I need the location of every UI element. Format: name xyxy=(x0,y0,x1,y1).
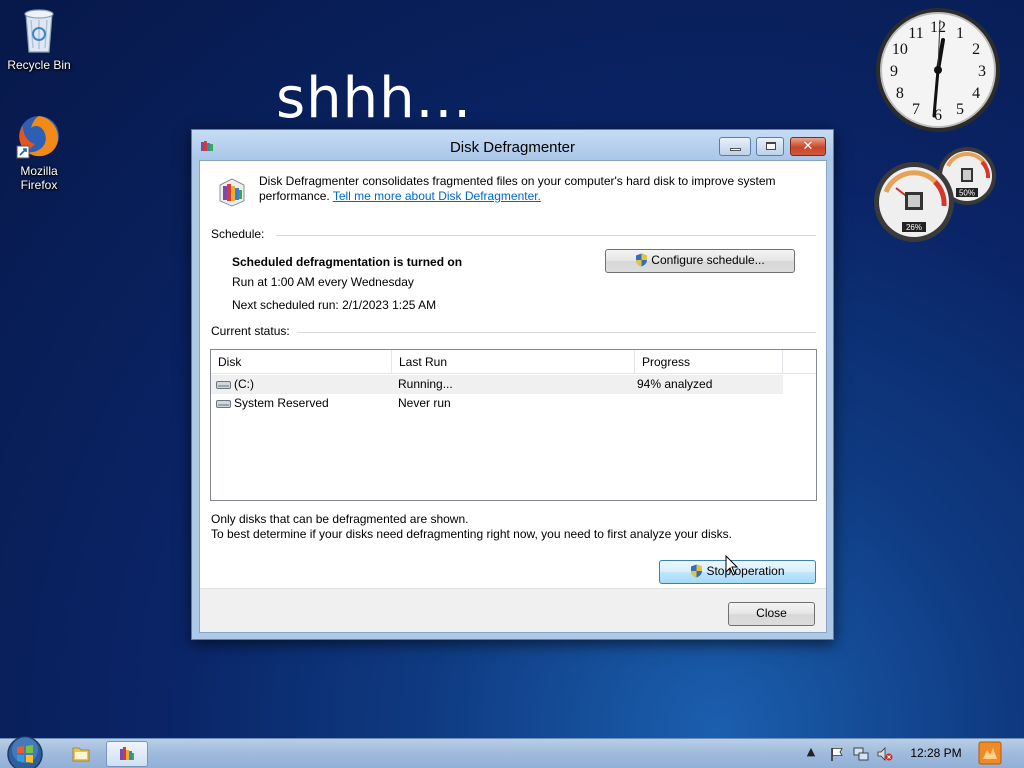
schedule-status: Scheduled defragmentation is turned on xyxy=(232,255,463,269)
memory-percent: 50% xyxy=(959,189,975,198)
cpu-percent: 26% xyxy=(906,223,922,232)
column-header-progress[interactable]: Progress xyxy=(635,350,783,374)
clock-numeral: 8 xyxy=(896,85,904,102)
taskbar-clock[interactable]: 12:28 PM xyxy=(905,746,967,760)
folder-icon xyxy=(72,747,90,762)
clock-numeral: 12 xyxy=(930,19,946,36)
defrag-icon xyxy=(219,178,245,207)
close-window-button[interactable]: ✕ xyxy=(790,137,826,156)
cpu-meter-gadget[interactable]: 50% 26% xyxy=(872,146,1002,244)
defrag-app-icon xyxy=(120,747,134,760)
clock-numeral: 1 xyxy=(956,25,964,42)
disk-row-system-reserved[interactable]: System Reserved Never run xyxy=(211,394,783,413)
action-center-flag-icon[interactable] xyxy=(829,746,845,762)
disk-list[interactable]: Disk Last Run Progress (C:) Running... 9… xyxy=(210,349,817,501)
desktop-icon-label: Mozilla Firefox xyxy=(20,164,58,192)
network-icon[interactable] xyxy=(853,746,869,762)
clock-numeral: 9 xyxy=(890,63,898,80)
current-status-divider xyxy=(297,332,816,333)
uac-shield-icon xyxy=(691,564,703,578)
current-status-label: Current status: xyxy=(211,324,290,338)
disk-name: (C:) xyxy=(234,377,254,391)
disk-cell: (C:) xyxy=(216,375,254,394)
help-link[interactable]: Tell me more about Disk Defragmenter. xyxy=(333,189,541,203)
column-header-disk[interactable]: Disk xyxy=(211,350,392,374)
configure-schedule-label: Configure schedule... xyxy=(651,253,765,267)
schedule-next-run: Next scheduled run: 2/1/2023 1:25 AM xyxy=(232,298,437,312)
show-desktop-icon[interactable] xyxy=(978,741,1002,765)
disk-name: System Reserved xyxy=(234,396,329,410)
schedule-label: Schedule: xyxy=(211,227,265,241)
last-run-cell: Never run xyxy=(398,396,451,410)
clock-numeral: 3 xyxy=(978,63,986,80)
maximize-icon xyxy=(766,142,776,150)
dialog-footer: Close xyxy=(200,588,826,632)
taskbar-defrag-button[interactable] xyxy=(106,741,148,767)
start-button-icon[interactable] xyxy=(4,733,46,768)
schedule-run-time: Run at 1:00 AM every Wednesday xyxy=(232,275,414,289)
desktop-icon-label: Recycle Bin xyxy=(7,58,71,72)
clock-numeral: 4 xyxy=(972,85,980,102)
clock-gadget[interactable]: 12 1234567891011 xyxy=(874,6,1002,134)
title-bar[interactable]: Disk Defragmenter ✕ xyxy=(192,130,833,160)
hard-drive-icon xyxy=(216,381,231,389)
minimize-button[interactable] xyxy=(719,137,751,156)
clock-numeral: 5 xyxy=(956,101,964,118)
configure-schedule-button[interactable]: Configure schedule... xyxy=(605,249,795,273)
last-run-cell: Running... xyxy=(398,377,453,391)
disk-row-c[interactable]: (C:) Running... 94% analyzed xyxy=(211,375,783,394)
clock-numeral: 7 xyxy=(912,101,920,118)
column-header-last-run[interactable]: Last Run xyxy=(392,350,635,374)
desktop-icon-firefox[interactable]: Mozilla Firefox xyxy=(0,112,78,192)
stop-operation-label: Stop operation xyxy=(706,564,785,578)
uac-shield-icon xyxy=(636,253,648,267)
taskbar: ▲ 12:28 PM xyxy=(0,736,1024,768)
mouse-cursor-icon xyxy=(725,555,739,576)
close-button[interactable]: Close xyxy=(728,602,815,626)
clock-numeral: 10 xyxy=(892,41,908,58)
show-hidden-icons-arrow[interactable]: ▲ xyxy=(805,745,817,761)
wallpaper-text: shhh... xyxy=(276,66,473,131)
minimize-icon xyxy=(730,148,741,151)
desktop-icon-recycle-bin[interactable]: Recycle Bin xyxy=(0,6,78,72)
clock-numeral: 11 xyxy=(908,25,923,42)
maximize-button[interactable] xyxy=(756,137,784,156)
disk-cell: System Reserved xyxy=(216,394,329,413)
schedule-divider xyxy=(276,235,816,236)
note-defragmentable-only: Only disks that can be defragmented are … xyxy=(211,512,469,526)
disk-list-header: Disk Last Run Progress xyxy=(211,350,816,374)
firefox-icon xyxy=(16,116,59,159)
volume-muted-icon[interactable] xyxy=(877,746,893,762)
close-icon: ✕ xyxy=(802,139,814,154)
recycle-bin-icon xyxy=(24,9,54,53)
intro-text: Disk Defragmenter consolidates fragmente… xyxy=(259,174,799,204)
taskbar-explorer-button[interactable] xyxy=(60,741,102,767)
hard-drive-icon xyxy=(216,400,231,408)
clock-numeral: 2 xyxy=(972,41,980,58)
note-analyze-first: To best determine if your disks need def… xyxy=(211,527,732,541)
progress-cell: 94% analyzed xyxy=(637,377,713,391)
